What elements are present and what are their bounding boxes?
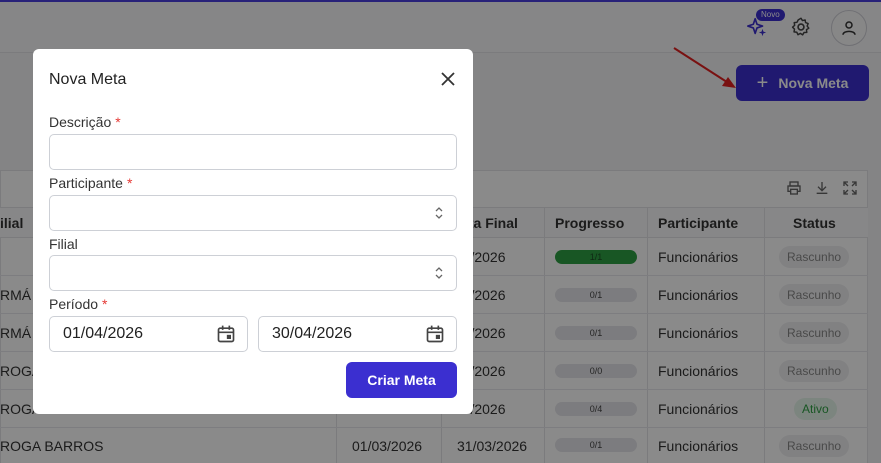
end-date-input[interactable]: 30/04/2026 [258, 316, 457, 352]
create-goal-button[interactable]: Criar Meta [346, 362, 457, 398]
end-date-value: 30/04/2026 [272, 325, 353, 342]
descricao-label: Descrição * [49, 114, 121, 130]
participante-select[interactable] [49, 195, 457, 231]
new-goal-modal: Nova Meta Descrição * Participante * Filia… [33, 49, 473, 414]
close-icon[interactable] [438, 69, 458, 89]
periodo-label: Período * [49, 296, 108, 312]
required-mark: * [115, 114, 121, 130]
filial-select[interactable] [49, 255, 457, 291]
participante-label: Participante * [49, 175, 133, 191]
required-mark: * [126, 175, 133, 191]
select-arrows-icon [435, 267, 443, 279]
filial-label: Filial [49, 236, 78, 252]
start-date-input[interactable]: 01/04/2026 [49, 316, 248, 352]
select-arrows-icon [435, 207, 443, 219]
calendar-icon[interactable] [425, 324, 445, 344]
required-mark: * [102, 296, 108, 312]
descricao-input[interactable] [49, 134, 457, 170]
calendar-icon[interactable] [216, 324, 236, 344]
start-date-value: 01/04/2026 [63, 325, 144, 342]
modal-title: Nova Meta [49, 71, 127, 88]
